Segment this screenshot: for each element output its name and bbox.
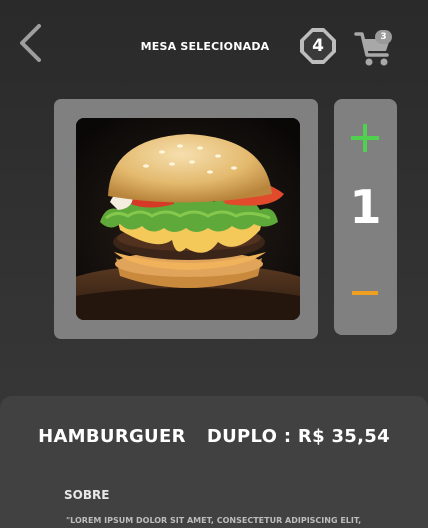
product-image [76, 118, 300, 320]
table-selector-button[interactable]: 4 [298, 26, 338, 66]
plus-icon [351, 124, 379, 152]
about-heading: SOBRE [64, 488, 110, 502]
chevron-left-icon [20, 24, 41, 62]
hamburger-illustration [76, 118, 300, 320]
product-name: HAMBURGUER DUPLO [38, 426, 278, 447]
back-button[interactable] [14, 22, 46, 64]
price-separator: : [283, 426, 292, 447]
cart-count-badge: 3 [375, 30, 392, 44]
product-image-card [54, 99, 318, 339]
table-number: 4 [312, 36, 324, 56]
quantity-stepper: 1 [334, 99, 397, 335]
cart-button[interactable]: 3 [354, 28, 398, 70]
decrease-quantity-button[interactable] [350, 285, 380, 301]
increase-quantity-button[interactable] [348, 121, 382, 155]
product-price: R$ 35,54 [297, 426, 390, 447]
page-title: MESA SELECIONADA [140, 40, 270, 53]
quantity-value: 1 [349, 180, 382, 234]
product-details-panel: HAMBURGUER DUPLO : R$ 35,54 SOBRE "LOREM… [0, 396, 428, 528]
minus-icon [352, 291, 378, 295]
product-description: "LOREM IPSUM DOLOR SIT AMET, CONSECTETUR… [66, 516, 362, 525]
product-title-line: HAMBURGUER DUPLO : R$ 35,54 [0, 426, 428, 447]
